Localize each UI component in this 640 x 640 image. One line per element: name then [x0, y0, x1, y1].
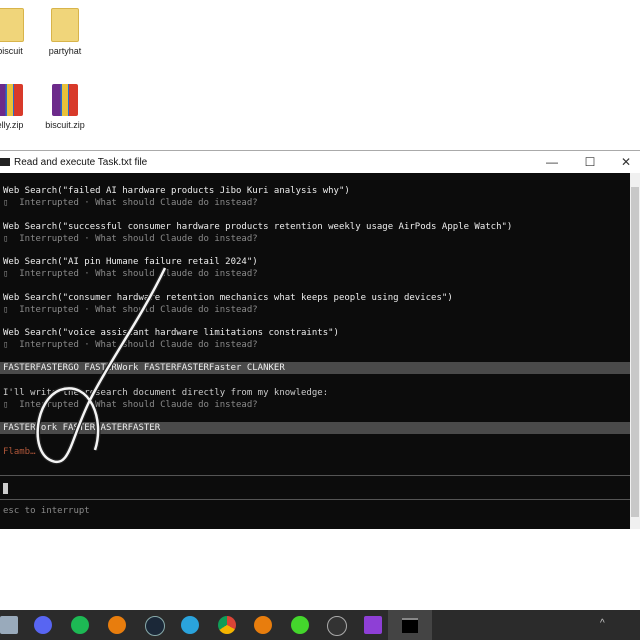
terminal-icon [0, 158, 10, 166]
icon-label: elly.zip [0, 120, 24, 130]
spinner-status: Flamb… [3, 447, 36, 457]
interrupted-status: ▯ Interrupted · What should Claude do in… [3, 305, 258, 315]
obs-icon[interactable] [327, 616, 347, 636]
tool-call: Web Search("voice assistant hardware lim… [3, 328, 339, 338]
interrupted-status: ▯ Interrupted · What should Claude do in… [3, 234, 258, 244]
close-button[interactable]: ✕ [616, 155, 636, 169]
user-message-text: FASTERFASTERGO FASTERWork FASTERFASTERFa… [3, 363, 285, 373]
steam-icon[interactable] [145, 616, 165, 636]
terminal-output[interactable]: Web Search("failed AI hardware products … [0, 173, 630, 529]
interrupted-status: ▯ Interrupted · What should Claude do in… [3, 198, 258, 208]
desktop-icon-partyhat[interactable]: partyhat [35, 8, 95, 56]
scrollbar-thumb[interactable] [631, 187, 639, 517]
folder-icon [51, 8, 79, 42]
interrupted-status: ▯ Interrupted · What should Claude do in… [3, 340, 258, 350]
taskbar: ^ [0, 610, 640, 640]
blender-icon[interactable] [108, 616, 126, 634]
terminal-taskbar-button[interactable] [388, 610, 432, 640]
user-message: FASTERFASTERGO FASTERWork FASTERFASTERFa… [0, 362, 630, 374]
folder-icon [0, 8, 24, 42]
desktop-icon-biscuit-zip[interactable]: biscuit.zip [35, 84, 95, 130]
user-message-text: FASTERWork FASTERFASTERFASTER [3, 423, 161, 433]
assistant-reply: I'll write the research document directl… [3, 388, 329, 398]
spotify-icon[interactable] [71, 616, 89, 634]
archive-icon [52, 84, 78, 116]
chrome-icon[interactable] [218, 616, 236, 634]
discord-icon[interactable] [34, 616, 52, 634]
icon-label: partyhat [48, 46, 82, 56]
file-explorer-icon[interactable] [0, 616, 18, 634]
footer-hint: esc to interrupt [3, 506, 90, 516]
icon-label: biscuit [0, 46, 23, 56]
archive-icon [0, 84, 23, 116]
window-title: Read and execute Task.txt file [14, 156, 148, 168]
divider [0, 499, 630, 500]
divider [0, 475, 630, 476]
terminal-icon [402, 618, 418, 633]
minimize-button[interactable]: — [542, 155, 562, 169]
telegram-icon[interactable] [181, 616, 199, 634]
razer-icon[interactable] [291, 616, 309, 634]
blender-icon[interactable] [254, 616, 272, 634]
tool-call: Web Search("failed AI hardware products … [3, 186, 350, 196]
icon-label: biscuit.zip [45, 120, 85, 130]
user-message: FASTERWork FASTERFASTERFASTER [0, 422, 630, 434]
desktop-icon-elly-zip[interactable]: elly.zip [0, 84, 40, 130]
interrupted-status: ▯ Interrupted · What should Claude do in… [3, 400, 258, 410]
tool-call: Web Search("successful consumer hardware… [3, 222, 513, 232]
desktop-icon-biscuit[interactable]: biscuit [0, 8, 40, 56]
tool-call: Web Search("consumer hardware retention … [3, 293, 453, 303]
tool-call: Web Search("AI pin Humane failure retail… [3, 257, 258, 267]
scrollbar[interactable] [630, 173, 640, 529]
input-cursor[interactable] [3, 483, 8, 494]
purple-folder-icon[interactable] [364, 616, 382, 634]
maximize-button[interactable]: ☐ [580, 155, 600, 169]
terminal-window: Read and execute Task.txt file — ☐ ✕ Web… [0, 150, 640, 531]
chevron-up-icon[interactable]: ^ [600, 618, 605, 629]
interrupted-status: ▯ Interrupted · What should Claude do in… [3, 269, 258, 279]
